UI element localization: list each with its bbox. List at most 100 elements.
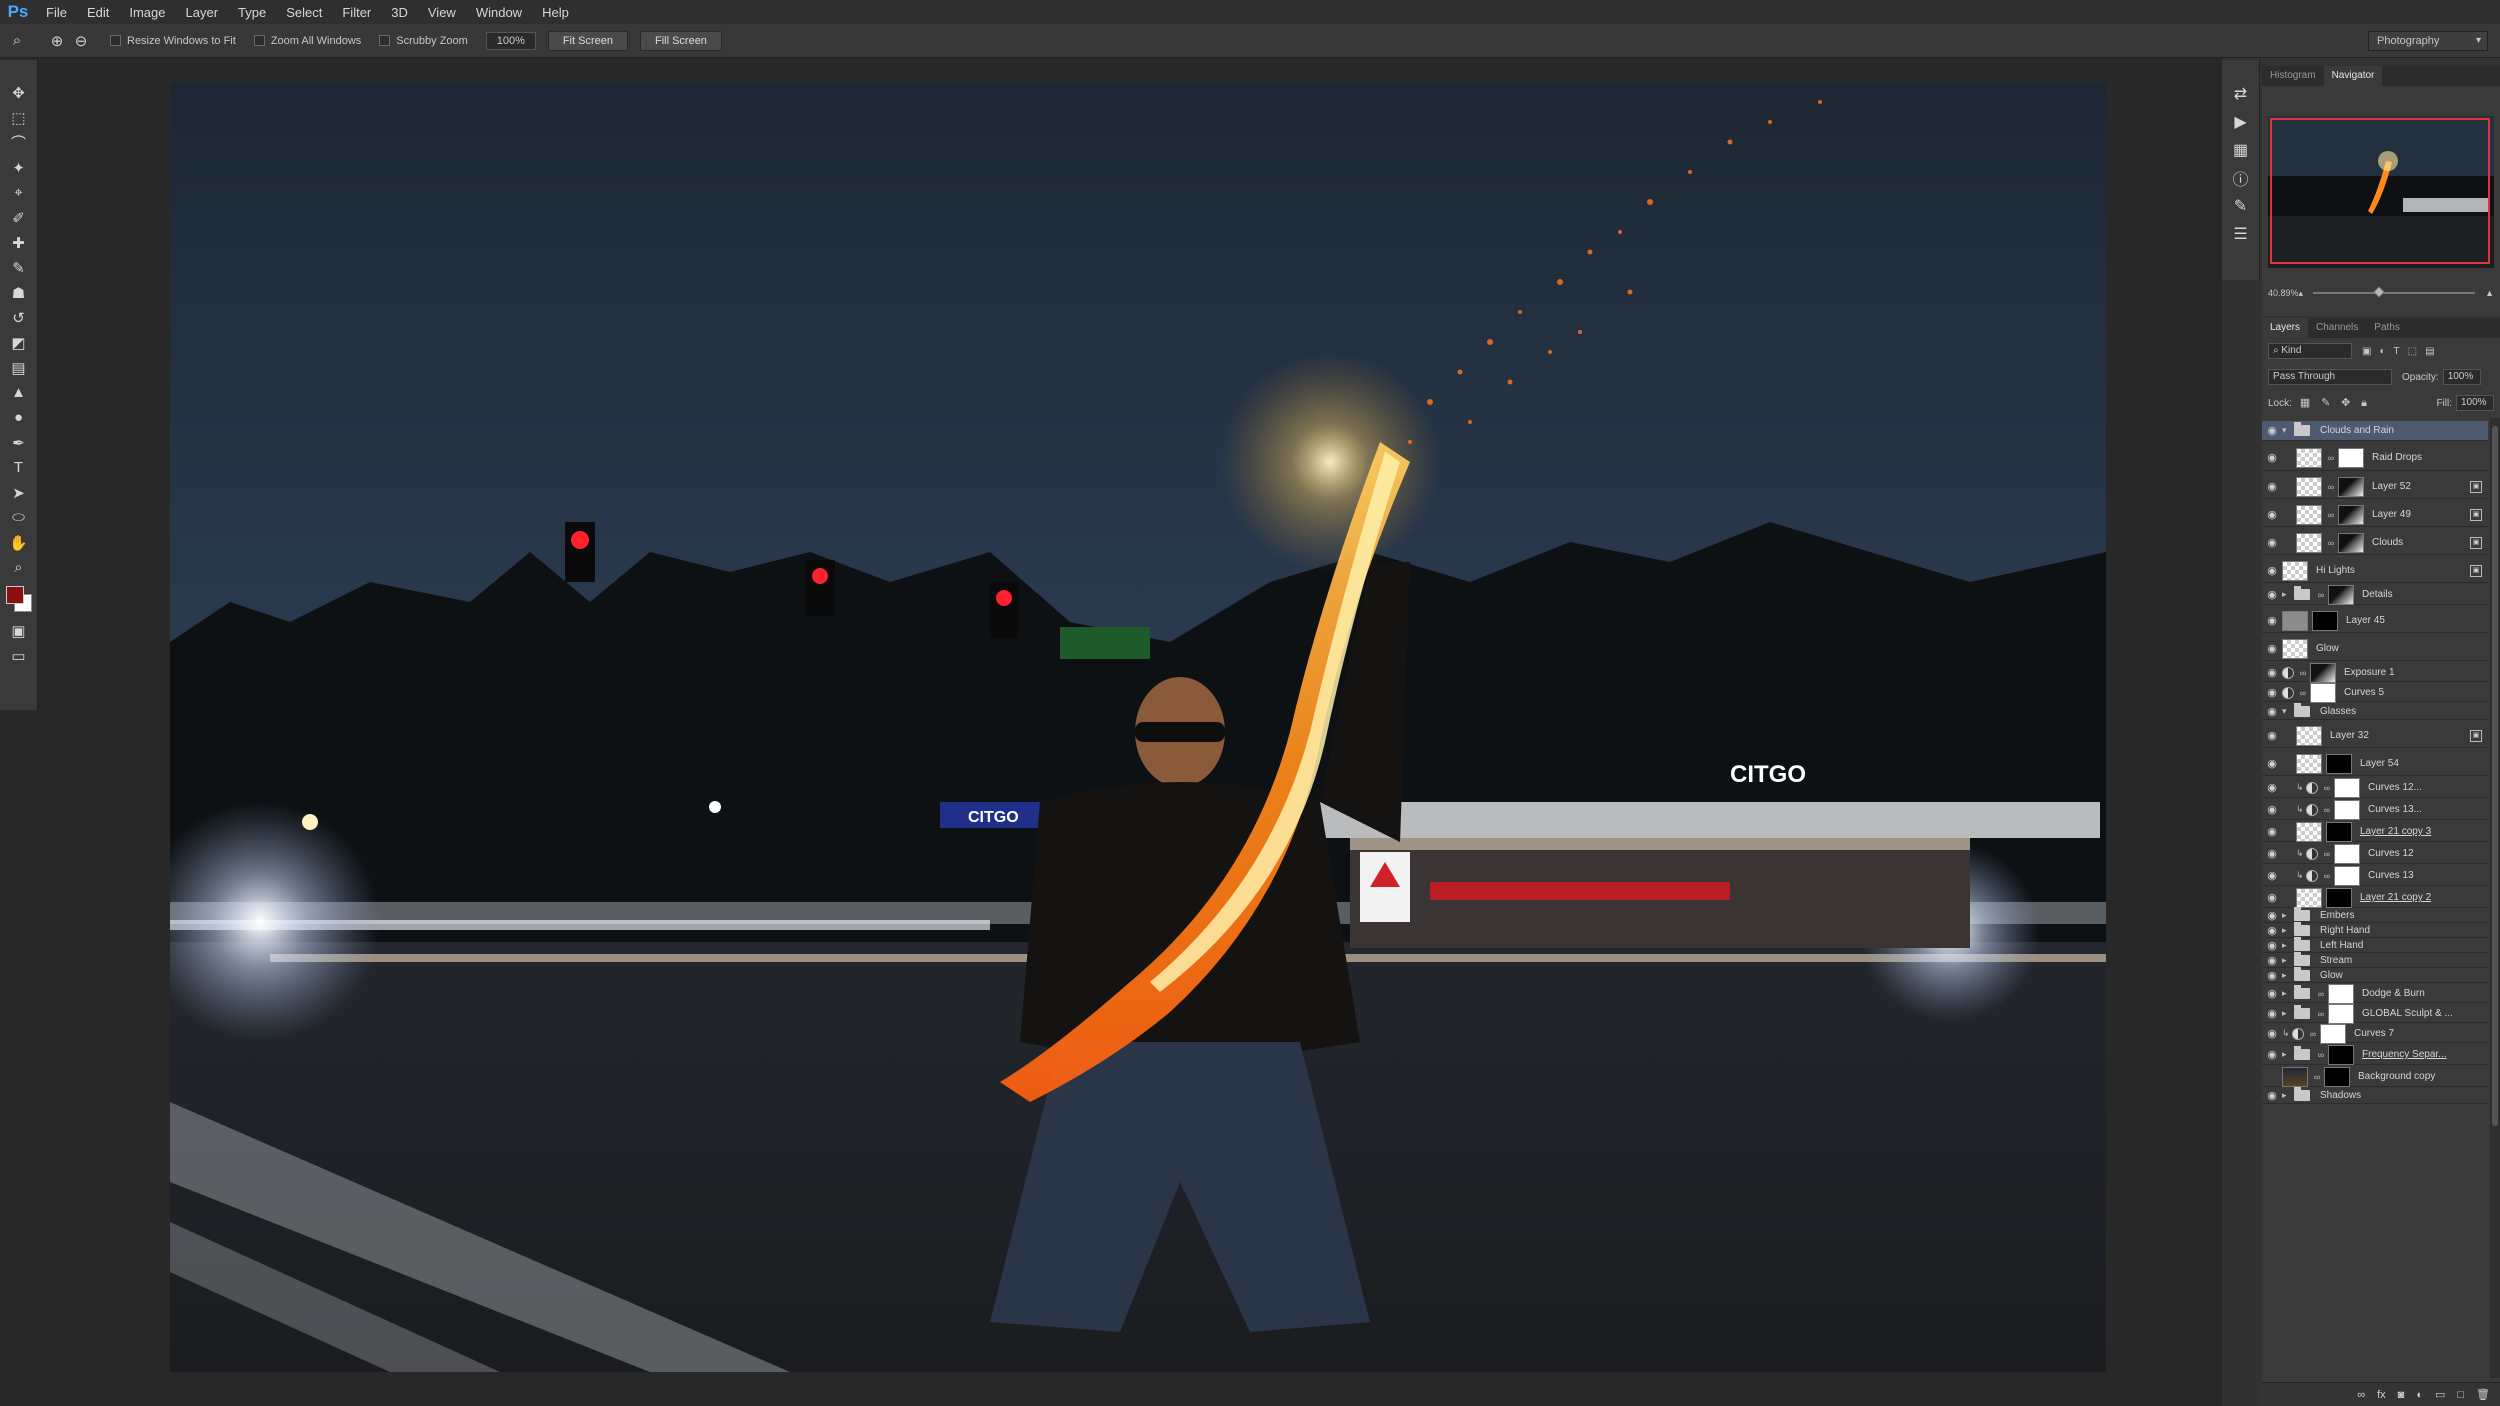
blend-mode-select[interactable]: Pass Through — [2268, 369, 2392, 385]
eye-icon[interactable]: ◉ — [2262, 480, 2282, 493]
layers-scrollbar[interactable] — [2490, 418, 2500, 1378]
screen-mode-icon[interactable]: ▭ — [6, 643, 32, 668]
layer-name[interactable]: Embers — [2316, 910, 2488, 921]
layer-row[interactable]: ◉ ↳ ∞ Curves 12... — [2262, 777, 2488, 798]
scrubby-zoom-checkbox[interactable]: Scrubby Zoom — [379, 35, 468, 47]
layer-name[interactable]: Raid Drops — [2368, 452, 2488, 463]
layer-mask-thumbnail[interactable] — [2334, 843, 2360, 864]
layer-mask-thumbnail[interactable] — [2338, 504, 2364, 525]
navigator-thumbnail[interactable] — [2268, 116, 2494, 268]
move-icon[interactable]: ✥ — [6, 80, 32, 105]
magic-wand-icon[interactable]: ✦ — [6, 155, 32, 180]
tab-paths[interactable]: Paths — [2366, 318, 2408, 338]
disclosure-triangle-icon[interactable]: ▸ — [2282, 1090, 2294, 1101]
layer-mask-thumbnail[interactable] — [2338, 532, 2364, 553]
disclosure-triangle-icon[interactable]: ▸ — [2282, 940, 2294, 951]
chain-icon[interactable]: ∞ — [2316, 1009, 2326, 1019]
fill-field[interactable]: 100% — [2456, 395, 2494, 411]
menu-view[interactable]: View — [418, 5, 466, 20]
chain-icon[interactable]: ∞ — [2326, 538, 2336, 548]
new-adjustment-icon[interactable]: ◐ — [2416, 1389, 2423, 1401]
actions-panel-icon[interactable]: ▶ — [2229, 108, 2253, 136]
layer-mask-thumbnail[interactable] — [2334, 799, 2360, 820]
layer-row[interactable]: ◉ ∞ Layer 49 ▣ — [2262, 503, 2488, 527]
stamp-icon[interactable]: ☗ — [6, 280, 32, 305]
tab-layers[interactable]: Layers — [2262, 318, 2309, 338]
zoom-slider-thumb[interactable] — [2372, 286, 2385, 298]
layer-name[interactable]: Left Hand — [2316, 940, 2488, 951]
chain-icon[interactable]: ∞ — [2298, 668, 2308, 678]
disclosure-triangle-icon[interactable]: ▾ — [2282, 425, 2294, 436]
layer-group-row[interactable]: ◉ ▸ Embers — [2262, 907, 2488, 923]
disclosure-triangle-icon[interactable]: ▸ — [2282, 589, 2294, 600]
layer-thumbnail[interactable] — [2296, 504, 2322, 525]
layer-row[interactable]: ◉ Layer 54 — [2262, 752, 2488, 776]
zoom-percent-field[interactable]: 100% — [485, 31, 536, 50]
new-group-icon[interactable]: ▭ — [2435, 1388, 2445, 1401]
eye-icon[interactable]: ◉ — [2262, 1027, 2282, 1040]
layer-thumbnail[interactable] — [2282, 610, 2308, 631]
layer-thumbnail[interactable] — [2282, 638, 2308, 659]
new-layer-icon[interactable]: □ — [2457, 1389, 2464, 1401]
layer-mask-thumbnail[interactable] — [2310, 662, 2336, 683]
layer-mask-thumbnail[interactable] — [2328, 983, 2354, 1004]
layer-mask-thumbnail[interactable] — [2338, 447, 2364, 468]
chain-icon[interactable]: ∞ — [2326, 482, 2336, 492]
chain-icon[interactable]: ∞ — [2298, 688, 2308, 698]
zoom-in-icon[interactable]: ⊕ — [46, 30, 68, 52]
layer-name[interactable]: Layer 52 — [2368, 481, 2470, 492]
tab-channels[interactable]: Channels — [2308, 318, 2366, 338]
fit-screen-button[interactable]: Fit Screen — [547, 30, 628, 51]
menu-image[interactable]: Image — [119, 5, 175, 20]
layer-thumbnail[interactable] — [2296, 476, 2322, 497]
layer-row[interactable]: ◉ Layer 32 ▣ — [2262, 724, 2488, 748]
chain-icon[interactable]: ∞ — [2322, 849, 2332, 859]
gradient-icon[interactable]: ▤ — [6, 355, 32, 380]
layer-name[interactable]: Layer 45 — [2342, 615, 2488, 626]
info-panel-icon[interactable]: ⓘ — [2229, 164, 2253, 192]
layer-row[interactable]: ◉ Layer 21 copy 3 — [2262, 821, 2488, 842]
zoom-icon[interactable]: ⌕ — [6, 30, 28, 52]
history-brush-icon[interactable]: ↺ — [6, 305, 32, 330]
layer-name[interactable]: Layer 21 copy 2 — [2356, 892, 2488, 903]
chain-icon[interactable]: ∞ — [2316, 1050, 2326, 1060]
chain-icon[interactable]: ∞ — [2326, 510, 2336, 520]
layer-group-row[interactable]: ◉ ▸ Shadows — [2262, 1087, 2488, 1104]
eye-icon[interactable]: ◉ — [2262, 987, 2282, 1000]
layer-thumbnail[interactable] — [2296, 887, 2322, 908]
eye-icon[interactable]: ◉ — [2262, 803, 2282, 816]
layer-name[interactable]: Background copy — [2354, 1071, 2488, 1082]
layer-name[interactable]: Layer 54 — [2356, 758, 2488, 769]
filter-pixel-icon[interactable]: ▣ — [2362, 346, 2371, 357]
fill-screen-button[interactable]: Fill Screen — [639, 30, 722, 51]
layer-name[interactable]: Dodge & Burn — [2358, 988, 2488, 999]
layers-scroll-thumb[interactable] — [2492, 426, 2498, 1126]
chain-icon[interactable]: ∞ — [2322, 871, 2332, 881]
chain-icon[interactable]: ∞ — [2316, 590, 2326, 600]
lock-all-icon[interactable]: 🔒︎ — [2361, 397, 2367, 409]
eye-icon[interactable]: ◉ — [2262, 705, 2282, 718]
menu-help[interactable]: Help — [532, 5, 579, 20]
path-select-icon[interactable]: ➤ — [6, 480, 32, 505]
layer-group-row[interactable]: ◉ ▸ Glow — [2262, 967, 2488, 983]
disclosure-triangle-icon[interactable]: ▸ — [2282, 988, 2294, 999]
layer-name[interactable]: Clouds — [2368, 537, 2470, 548]
eye-icon[interactable]: ◉ — [2262, 924, 2282, 937]
zoom-out-icon[interactable]: ⊖ — [70, 30, 92, 52]
chain-icon[interactable]: ∞ — [2308, 1029, 2318, 1039]
eye-icon[interactable]: ◉ — [2262, 847, 2282, 860]
chain-icon[interactable]: ∞ — [2322, 783, 2332, 793]
disclosure-triangle-icon[interactable]: ▸ — [2282, 1049, 2294, 1060]
layer-row[interactable]: ◉ Glow — [2262, 637, 2488, 661]
layer-row[interactable]: ◉ ↳ ∞ Curves 13 — [2262, 865, 2488, 886]
eye-icon[interactable]: ◉ — [2262, 939, 2282, 952]
layer-mask-thumbnail[interactable] — [2328, 1003, 2354, 1024]
layer-group-row[interactable]: ◉ ▸ ∞ Dodge & Burn — [2262, 983, 2488, 1004]
layer-mask-thumbnail[interactable] — [2312, 610, 2338, 631]
crop-icon[interactable]: ⌖ — [6, 180, 32, 205]
layer-name[interactable]: Curves 13 — [2364, 870, 2488, 881]
layer-thumbnail[interactable] — [2296, 532, 2322, 553]
layer-name[interactable]: Layer 49 — [2368, 509, 2470, 520]
chain-icon[interactable]: ∞ — [2326, 453, 2336, 463]
chain-icon[interactable]: ∞ — [2312, 1072, 2322, 1082]
